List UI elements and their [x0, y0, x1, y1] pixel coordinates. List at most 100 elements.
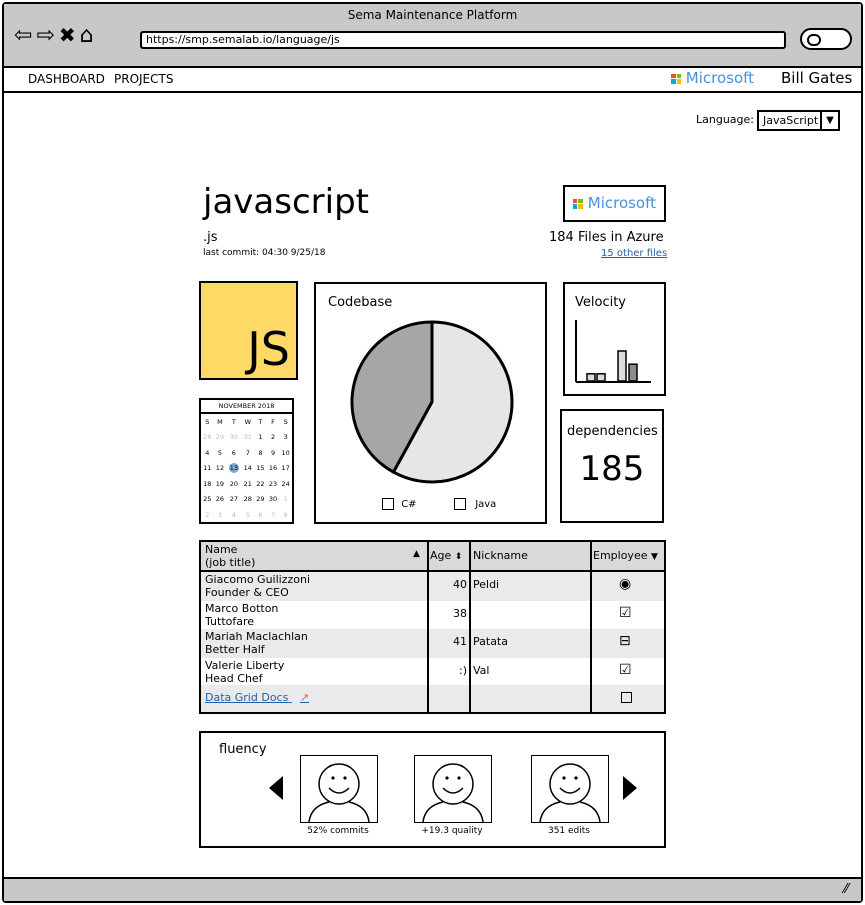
calendar-day[interactable]: 12: [214, 461, 227, 477]
other-files-link[interactable]: 15 other files: [601, 248, 667, 259]
calendar-day[interactable]: 1: [254, 430, 267, 446]
calendar-day[interactable]: 8: [279, 507, 292, 523]
calendar-day-label: 19: [215, 479, 225, 488]
calendar-day[interactable]: 5: [214, 445, 227, 461]
user-avatar-icon: [539, 763, 601, 822]
cell-title-value: Head Chef: [205, 671, 263, 685]
checkbox-icon[interactable]: [454, 498, 466, 510]
calendar-day[interactable]: 7: [267, 507, 280, 523]
chevron-down-icon[interactable]: ▼: [820, 112, 838, 129]
cell-name: Marco Botton Tuttofare: [205, 602, 278, 631]
calendar-day[interactable]: 17: [279, 461, 292, 477]
calendar-day[interactable]: 21: [241, 476, 254, 492]
calendar-day-label: 31: [243, 433, 252, 442]
calendar-day-label: 29: [256, 495, 265, 504]
cell-name-value: Mariah Maclachlan: [205, 630, 308, 643]
carousel-next-icon[interactable]: [623, 776, 637, 800]
calendar-day[interactable]: 31: [241, 430, 254, 446]
calendar-day[interactable]: 28: [201, 430, 214, 446]
calendar-day-label: 15: [256, 464, 265, 473]
calendar-day[interactable]: 23: [267, 476, 280, 492]
avatar[interactable]: [531, 755, 609, 823]
col-name[interactable]: Name (job title): [205, 543, 255, 571]
table-row[interactable]: Valerie Liberty Head Chef :) Val ☑: [201, 657, 664, 688]
calendar-day[interactable]: 29: [254, 492, 267, 508]
cell-title-value: Better Half: [205, 643, 265, 656]
velocity-chart: [575, 320, 651, 383]
calendar-day[interactable]: 6: [226, 445, 241, 461]
calendar-day-label: 28: [203, 433, 212, 442]
calendar-day[interactable]: 30: [226, 430, 241, 446]
calendar-day[interactable]: 4: [226, 507, 241, 523]
url-bar[interactable]: https://smp.semalab.io/language/js: [140, 31, 786, 49]
calendar-day[interactable]: 13: [226, 461, 241, 477]
nav-dashboard[interactable]: DASHBOARD: [28, 72, 105, 86]
calendar-day-label: 4: [205, 448, 210, 457]
calendar-day[interactable]: 20: [226, 476, 241, 492]
table-row[interactable]: Mariah Maclachlan Better Half 41 Patata …: [201, 629, 664, 658]
calendar-day[interactable]: 6: [254, 507, 267, 523]
calendar-day[interactable]: 15: [254, 461, 267, 477]
resize-handle-icon[interactable]: ⁄⁄: [844, 882, 848, 897]
org-badge[interactable]: Microsoft: [563, 185, 666, 222]
calendar[interactable]: NOVEMBER 2018 SMTWTFS 28 29 30 31 1 2 3 4 5 6 7 8 9 1…: [199, 398, 294, 524]
checkbox-icon[interactable]: [621, 692, 632, 703]
forward-icon[interactable]: ⇨: [36, 23, 54, 49]
calendar-day[interactable]: 7: [241, 445, 254, 461]
language-select[interactable]: JavaScript ▼: [757, 110, 840, 131]
close-icon[interactable]: ✖: [59, 22, 76, 48]
user-name[interactable]: Bill Gates: [781, 69, 852, 87]
nav-projects[interactable]: PROJECTS: [114, 72, 173, 86]
calendar-day[interactable]: 10: [279, 445, 292, 461]
calendar-weekday: S: [205, 417, 210, 426]
grid-docs-link[interactable]: Data Grid Docs ↗: [205, 691, 309, 718]
org-link[interactable]: Microsoft: [671, 69, 754, 87]
calendar-grid: SMTWTFS 28 29 30 31 1 2 3 4 5 6 7 8 9 10 11 12 13 14 15 16 1…: [201, 414, 292, 523]
col-employee-label: Employee: [593, 549, 648, 562]
calendar-day[interactable]: 2: [267, 430, 280, 446]
cell-name: Giacomo Guilizzoni Founder & CEO: [205, 573, 310, 602]
velocity-bar: [596, 373, 606, 382]
calendar-day[interactable]: 9: [267, 445, 280, 461]
table-row[interactable]: Marco Botton Tuttofare 38 ☑: [201, 600, 664, 631]
org-badge-label: Microsoft: [587, 194, 657, 212]
cell-name: Valerie Liberty Head Chef: [205, 659, 284, 688]
legend-java[interactable]: Java: [454, 498, 496, 510]
language-logo-text: JS: [247, 322, 290, 376]
cell-name-value: Valerie Liberty: [205, 658, 285, 672]
calendar-day[interactable]: 28: [241, 492, 254, 508]
checkbox-icon[interactable]: [382, 498, 394, 510]
calendar-day[interactable]: 16: [267, 461, 280, 477]
legend-csharp[interactable]: C#: [382, 498, 417, 510]
search-button[interactable]: [800, 28, 852, 50]
home-icon[interactable]: ⌂: [80, 23, 94, 49]
calendar-day[interactable]: 30: [267, 492, 280, 508]
calendar-day[interactable]: 3: [279, 430, 292, 446]
calendar-day[interactable]: 18: [201, 476, 214, 492]
calendar-day[interactable]: 2: [201, 507, 214, 523]
avatar[interactable]: [414, 755, 492, 823]
calendar-day[interactable]: 5: [241, 507, 254, 523]
calendar-day[interactable]: 14: [241, 461, 254, 477]
calendar-day-label: 30: [268, 495, 278, 504]
calendar-day[interactable]: 3: [214, 507, 227, 523]
calendar-day[interactable]: 22: [254, 476, 267, 492]
calendar-day[interactable]: 24: [279, 476, 292, 492]
legend-java-label: Java: [475, 499, 497, 510]
calendar-day[interactable]: 19: [214, 476, 227, 492]
calendar-day[interactable]: 27: [226, 492, 241, 508]
calendar-day[interactable]: 4: [201, 445, 214, 461]
back-icon[interactable]: ⇦: [14, 23, 32, 49]
calendar-day[interactable]: 25: [201, 492, 214, 508]
dependencies-count: 185: [579, 449, 645, 489]
calendar-day[interactable]: 11: [201, 461, 214, 477]
table-row[interactable]: Giacomo Guilizzoni Founder & CEO 40 Peld…: [201, 572, 664, 601]
carousel-prev-icon[interactable]: [269, 776, 283, 800]
calendar-day[interactable]: 26: [214, 492, 227, 508]
calendar-day-label: 30: [229, 433, 238, 442]
calendar-day[interactable]: 8: [254, 445, 267, 461]
calendar-day[interactable]: 29: [214, 430, 227, 446]
calendar-day[interactable]: 1: [279, 492, 292, 508]
fluency-title: fluency: [219, 742, 267, 757]
avatar[interactable]: [300, 755, 378, 823]
